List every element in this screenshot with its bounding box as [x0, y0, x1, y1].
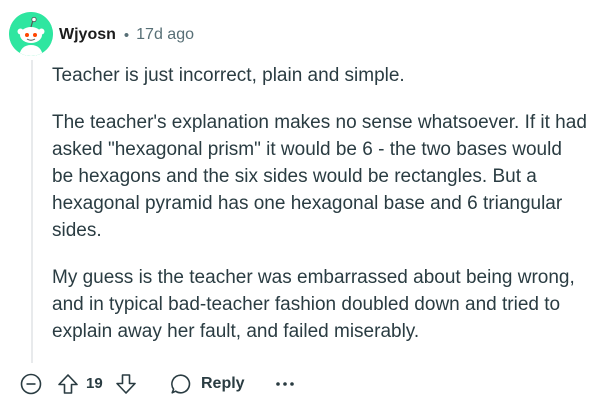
speech-bubble-icon	[170, 373, 192, 395]
reply-label: Reply	[201, 375, 245, 392]
comment-paragraph: Teacher is just incorrect, plain and sim…	[52, 65, 405, 86]
action-bar: 19 Reply	[0, 367, 595, 400]
minus-circle-icon	[20, 373, 42, 395]
comment-paragraph: The teacher's explanation makes no sense…	[52, 112, 587, 241]
avatar[interactable]	[9, 12, 53, 56]
comment: Wjyosn • 17d ago Teacher is just incorre…	[0, 0, 595, 400]
downvote-arrow-icon	[116, 374, 136, 394]
comment-body: Teacher is just incorrect, plain and sim…	[52, 62, 587, 365]
upvote-button[interactable]	[56, 372, 80, 396]
more-options-button[interactable]	[272, 372, 298, 396]
collapse-button[interactable]	[20, 373, 42, 395]
snoo-avatar-icon	[9, 12, 53, 56]
vote-count: 19	[86, 375, 103, 392]
timestamp[interactable]: 17d ago	[136, 26, 194, 44]
username[interactable]: Wjyosn	[59, 26, 116, 44]
comment-paragraph: My guess is the teacher was embarrassed …	[52, 267, 575, 342]
separator-dot: •	[123, 26, 130, 44]
downvote-button[interactable]	[114, 372, 138, 396]
reply-button[interactable]: Reply	[164, 370, 251, 398]
thread-line[interactable]	[31, 60, 33, 363]
upvote-arrow-icon	[58, 374, 78, 394]
ellipsis-icon	[276, 382, 294, 386]
comment-header: Wjyosn • 17d ago	[59, 24, 194, 46]
